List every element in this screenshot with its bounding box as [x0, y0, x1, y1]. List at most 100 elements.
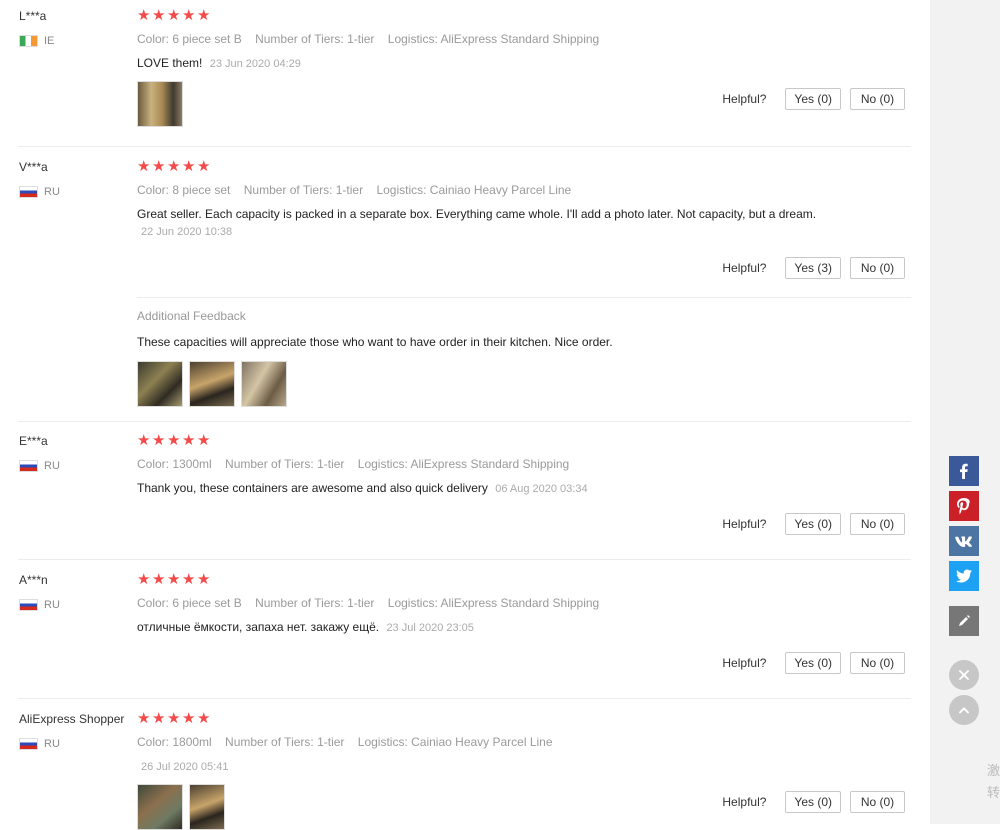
review-date: 22 Jun 2020 10:38 — [141, 226, 233, 238]
edit-feedback-button[interactable] — [949, 606, 979, 636]
helpful-vote: Helpful? Yes (0) No (0) — [722, 88, 905, 110]
helpful-label: Helpful? — [722, 261, 767, 275]
facebook-share-button[interactable] — [949, 456, 979, 486]
review-divider — [18, 146, 911, 147]
review-text: отличные ёмкости, запаха нет. закажу ещё… — [137, 620, 380, 634]
order-info: Color: 1300ml Number of Tiers: 1-tier Lo… — [137, 457, 579, 471]
star-icon: ★ — [137, 571, 151, 588]
review-content: 26 Jul 2020 05:41 — [137, 758, 817, 776]
star-icon: ★ — [167, 710, 181, 727]
review-item: L***a IE ★ ★ ★ ★ ★ Color: 6 piece set B Numb… — [0, 0, 911, 147]
helpful-no-button[interactable]: No (0) — [850, 791, 905, 813]
star-icon: ★ — [197, 571, 211, 588]
review-photo-thumbnail[interactable] — [137, 81, 183, 127]
review-content: LOVE them! 23 Jun 2020 04:29 — [137, 55, 817, 73]
order-info: Color: 6 piece set B Number of Tiers: 1-… — [137, 596, 609, 610]
star-icon: ★ — [152, 432, 166, 449]
helpful-no-button[interactable]: No (0) — [850, 88, 905, 110]
vk-icon — [955, 536, 972, 547]
reviewer-country: RU — [19, 599, 60, 611]
russia-flag-icon — [19, 738, 38, 750]
additional-feedback-text: These capacities will appreciate those w… — [137, 335, 613, 349]
review-photo-thumbnail[interactable] — [137, 784, 183, 830]
helpful-yes-button[interactable]: Yes (3) — [785, 257, 841, 279]
russia-flag-icon — [19, 186, 38, 198]
order-tiers: Number of Tiers: 1-tier — [225, 457, 345, 471]
sidebar-caption: 转 — [987, 785, 1000, 800]
star-rating: ★ ★ ★ ★ ★ — [137, 8, 212, 24]
helpful-no-button[interactable]: No (0) — [850, 513, 905, 535]
star-rating: ★ ★ ★ ★ ★ — [137, 572, 212, 588]
order-info: Color: 1800ml Number of Tiers: 1-tier Lo… — [137, 735, 563, 749]
helpful-yes-button[interactable]: Yes (0) — [785, 88, 841, 110]
twitter-share-button[interactable] — [949, 561, 979, 591]
helpful-no-button[interactable]: No (0) — [850, 257, 905, 279]
order-color: Color: 6 piece set B — [137, 32, 242, 46]
ireland-flag-icon — [19, 35, 38, 47]
country-code: RU — [44, 738, 60, 750]
review-date: 23 Jun 2020 04:29 — [209, 58, 301, 70]
helpful-vote: Helpful? Yes (0) No (0) — [722, 652, 905, 674]
helpful-label: Helpful? — [722, 92, 767, 106]
pinterest-share-button[interactable] — [949, 491, 979, 521]
star-icon: ★ — [197, 158, 211, 175]
country-code: RU — [44, 186, 60, 198]
additional-feedback-title: Additional Feedback — [137, 309, 246, 323]
chevron-up-icon — [959, 707, 969, 714]
close-icon — [959, 670, 969, 680]
reviewer-name: AliExpress Shopper — [19, 712, 125, 726]
star-icon: ★ — [137, 432, 151, 449]
star-rating: ★ ★ ★ ★ ★ — [137, 711, 212, 727]
star-icon: ★ — [197, 7, 211, 24]
country-code: RU — [44, 599, 60, 611]
star-icon: ★ — [167, 571, 181, 588]
star-icon: ★ — [182, 710, 196, 727]
review-content: Thank you, these containers are awesome … — [137, 480, 817, 498]
reviewer-name: L***a — [19, 9, 47, 23]
order-color: Color: 1800ml — [137, 735, 212, 749]
back-to-top-button[interactable] — [949, 695, 979, 725]
order-logistics: Logistics: Cainiao Heavy Parcel Line — [376, 183, 572, 197]
review-date: 23 Jul 2020 23:05 — [386, 622, 474, 634]
star-icon: ★ — [152, 7, 166, 24]
star-icon: ★ — [182, 158, 196, 175]
helpful-no-button[interactable]: No (0) — [850, 652, 905, 674]
reviewer-country: IE — [19, 35, 54, 47]
star-icon: ★ — [182, 7, 196, 24]
review-divider — [18, 559, 911, 560]
star-icon: ★ — [197, 432, 211, 449]
pinterest-icon — [957, 498, 970, 515]
helpful-yes-button[interactable]: Yes (0) — [785, 513, 841, 535]
helpful-yes-button[interactable]: Yes (0) — [785, 791, 841, 813]
review-photo-thumbnail[interactable] — [137, 361, 183, 407]
review-content: Great seller. Each capacity is packed in… — [137, 206, 817, 241]
review-text: Thank you, these containers are awesome … — [137, 481, 488, 495]
russia-flag-icon — [19, 460, 38, 472]
review-content: отличные ёмкости, запаха нет. закажу ещё… — [137, 619, 817, 637]
star-icon: ★ — [152, 158, 166, 175]
close-button[interactable] — [949, 660, 979, 690]
star-icon: ★ — [167, 7, 181, 24]
reviewer-country: RU — [19, 738, 60, 750]
additional-feedback-divider — [137, 297, 911, 298]
review-photo-thumbnail[interactable] — [241, 361, 287, 407]
review-photo-thumbnail[interactable] — [189, 361, 235, 407]
helpful-vote: Helpful? Yes (3) No (0) — [722, 257, 905, 279]
star-icon: ★ — [137, 710, 151, 727]
review-date: 06 Aug 2020 03:34 — [495, 483, 588, 495]
order-logistics: Logistics: Cainiao Heavy Parcel Line — [357, 735, 553, 749]
star-icon: ★ — [182, 571, 196, 588]
star-icon: ★ — [152, 571, 166, 588]
star-rating: ★ ★ ★ ★ ★ — [137, 433, 212, 449]
star-icon: ★ — [182, 432, 196, 449]
star-icon: ★ — [167, 432, 181, 449]
review-photo-thumbnail[interactable] — [189, 784, 225, 830]
sidebar-caption: 激 — [987, 763, 1000, 778]
review-photos — [137, 784, 231, 830]
country-code: RU — [44, 460, 60, 472]
helpful-yes-button[interactable]: Yes (0) — [785, 652, 841, 674]
review-item: A***n RU ★ ★ ★ ★ ★ Color: 6 piece set B Numb… — [0, 564, 911, 699]
order-info: Color: 8 piece set Number of Tiers: 1-ti… — [137, 183, 581, 197]
order-tiers: Number of Tiers: 1-tier — [255, 32, 375, 46]
vk-share-button[interactable] — [949, 526, 979, 556]
